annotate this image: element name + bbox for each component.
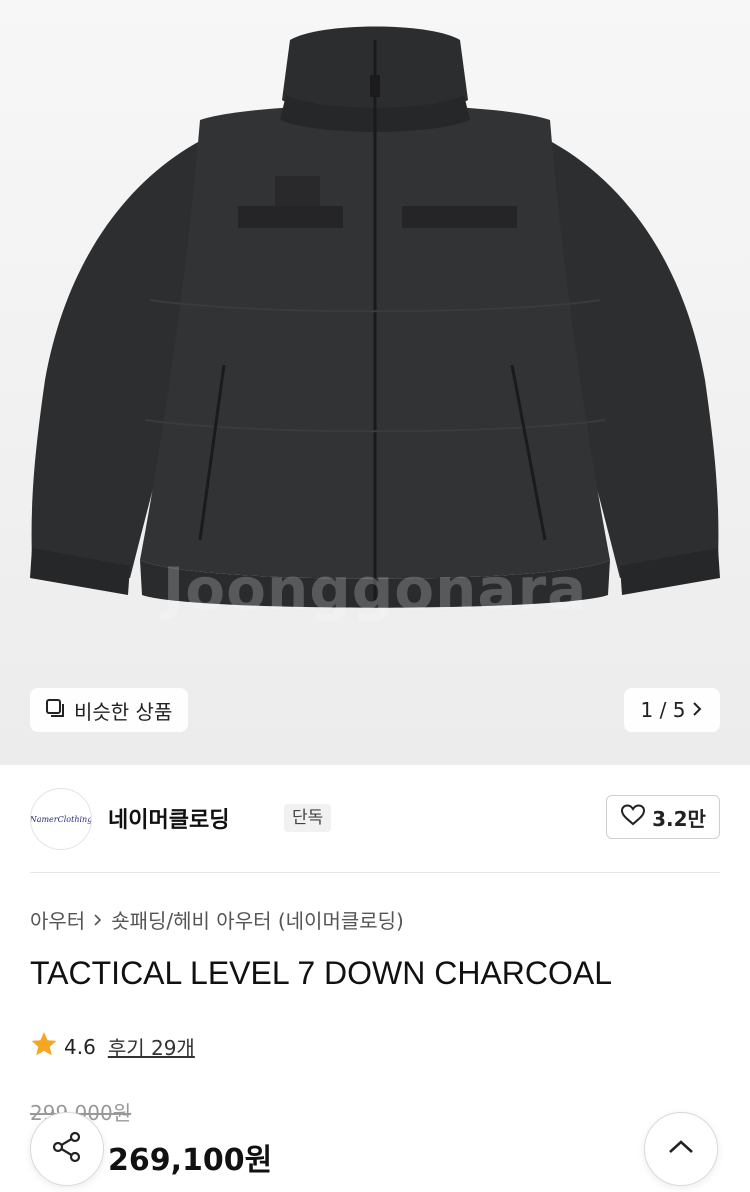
rating-row: 4.6 후기 29개 <box>30 1031 195 1062</box>
like-button[interactable]: 3.2만 <box>606 795 720 839</box>
chevron-right-icon <box>691 698 703 722</box>
watermark: Joonggonara <box>162 555 588 623</box>
rating-score: 4.6 <box>64 1034 96 1059</box>
shop-logo-text: NamerClothing <box>30 814 92 824</box>
like-count: 3.2만 <box>652 806 706 831</box>
chevron-up-icon <box>666 1137 696 1161</box>
similar-products-button[interactable]: 비슷한 상품 <box>30 688 189 732</box>
image-pager[interactable]: 1 / 5 <box>624 688 720 732</box>
shop-logo[interactable]: NamerClothing <box>30 788 92 850</box>
shop-row: NamerClothing 네이머클로딩 단독 3.2만 <box>30 786 720 850</box>
share-icon <box>49 1129 85 1169</box>
divider <box>30 872 720 873</box>
shop-name[interactable]: 네이머클로딩 <box>108 802 229 834</box>
chevron-right-icon <box>93 908 103 932</box>
breadcrumb-item-category[interactable]: 숏패딩/헤비 아우터 (네이머클로딩) <box>111 905 404 934</box>
product-title: TACTICAL LEVEL 7 DOWN CHARCOAL <box>30 955 613 991</box>
breadcrumb: 아우터 숏패딩/헤비 아우터 (네이머클로딩) <box>30 905 404 934</box>
similar-products-label: 비슷한 상품 <box>74 699 173 724</box>
similar-icon <box>44 697 66 723</box>
pager-text: 1 / 5 <box>640 698 686 722</box>
scroll-top-button[interactable] <box>644 1112 718 1186</box>
reviews-link[interactable]: 후기 29개 <box>108 1032 195 1061</box>
star-icon <box>30 1031 58 1062</box>
exclusive-badge: 단독 <box>284 804 332 832</box>
breadcrumb-item-outer[interactable]: 아우터 <box>30 905 85 934</box>
product-image <box>30 26 720 608</box>
product-image-carousel[interactable]: Joonggonara 비슷한 상품 1 / 5 <box>0 0 750 765</box>
share-button[interactable] <box>30 1112 104 1186</box>
sale-price: 269,100원 <box>108 1143 273 1178</box>
heart-icon <box>620 803 646 831</box>
